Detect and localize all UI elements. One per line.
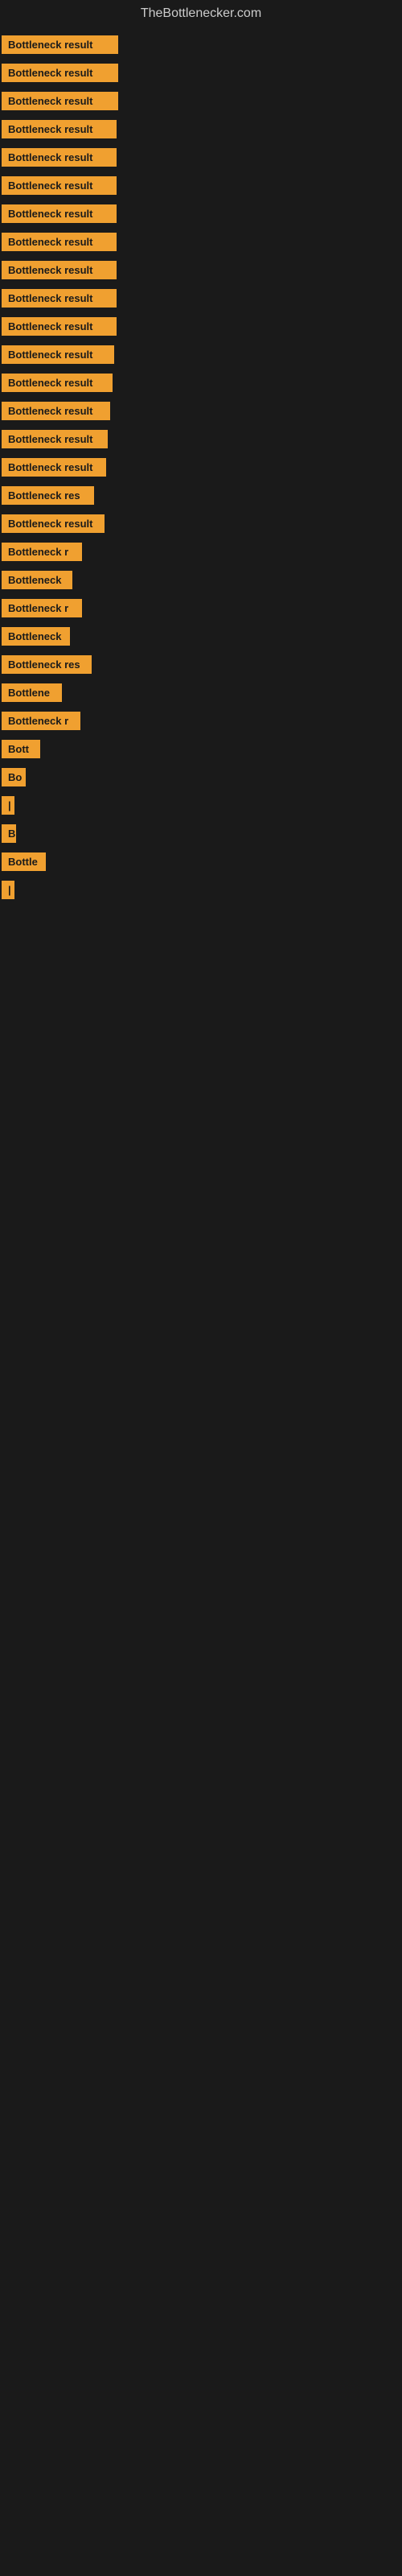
list-item: B <box>2 819 400 848</box>
list-item: Bottleneck result <box>2 87 400 115</box>
bottleneck-badge[interactable]: Bottleneck result <box>2 514 105 533</box>
bottleneck-badge[interactable]: B <box>2 824 16 843</box>
bottleneck-badge[interactable]: Bottle <box>2 852 46 871</box>
list-item: Bottleneck result <box>2 341 400 369</box>
bottleneck-badge[interactable]: Bottleneck result <box>2 458 106 477</box>
list-item: Bottleneck result <box>2 510 400 538</box>
bottleneck-badge[interactable]: Bottleneck result <box>2 148 117 167</box>
bottleneck-badge[interactable]: Bottleneck r <box>2 543 82 561</box>
list-item: Bottleneck result <box>2 200 400 228</box>
list-item: Bo <box>2 763 400 791</box>
bottleneck-badge[interactable]: Bottleneck res <box>2 486 94 505</box>
bottleneck-badge[interactable]: Bottleneck result <box>2 233 117 251</box>
list-item: Bottleneck result <box>2 256 400 284</box>
list-item: Bottleneck <box>2 622 400 650</box>
list-item: Bottleneck result <box>2 284 400 312</box>
bottleneck-badge[interactable]: Bottleneck r <box>2 599 82 617</box>
bottleneck-badge[interactable]: | <box>2 796 14 815</box>
list-item: Bottleneck r <box>2 594 400 622</box>
list-item: Bottleneck <box>2 566 400 594</box>
bottleneck-badge[interactable]: Bottleneck result <box>2 261 117 279</box>
list-item: Bottleneck result <box>2 228 400 256</box>
bottleneck-badge[interactable]: Bottleneck result <box>2 35 118 54</box>
list-item: | <box>2 791 400 819</box>
bottleneck-badge[interactable]: Bott <box>2 740 40 758</box>
list-item: Bottleneck result <box>2 59 400 87</box>
bottleneck-badge[interactable]: | <box>2 881 14 899</box>
list-item: Bottleneck res <box>2 481 400 510</box>
list-item: Bottleneck result <box>2 31 400 59</box>
list-item: Bottleneck result <box>2 143 400 171</box>
list-item: Bottleneck result <box>2 397 400 425</box>
list-item: Bottleneck result <box>2 425 400 453</box>
site-title: TheBottlenecker.com <box>0 0 402 27</box>
bottleneck-badge[interactable]: Bottleneck result <box>2 402 110 420</box>
bottleneck-badge[interactable]: Bo <box>2 768 26 786</box>
bottleneck-badge[interactable]: Bottleneck result <box>2 345 114 364</box>
bottleneck-badge[interactable]: Bottleneck result <box>2 317 117 336</box>
bottleneck-badge[interactable]: Bottleneck <box>2 571 72 589</box>
bottleneck-badge[interactable]: Bottleneck result <box>2 120 117 138</box>
list-item: Bottleneck result <box>2 171 400 200</box>
bottleneck-badge[interactable]: Bottleneck <box>2 627 70 646</box>
list-item: Bottleneck result <box>2 369 400 397</box>
bottleneck-badge[interactable]: Bottleneck result <box>2 430 108 448</box>
bottleneck-badge[interactable]: Bottleneck result <box>2 64 118 82</box>
list-item: Bott <box>2 735 400 763</box>
list-item: Bottleneck result <box>2 312 400 341</box>
bottleneck-badge[interactable]: Bottleneck r <box>2 712 80 730</box>
list-item: Bottlene <box>2 679 400 707</box>
list-item: Bottleneck result <box>2 453 400 481</box>
bottleneck-badge[interactable]: Bottleneck result <box>2 92 118 110</box>
list-item: Bottle <box>2 848 400 876</box>
bottleneck-badge[interactable]: Bottleneck result <box>2 176 117 195</box>
list-item: Bottleneck res <box>2 650 400 679</box>
bottleneck-badge[interactable]: Bottleneck res <box>2 655 92 674</box>
bottleneck-badge[interactable]: Bottleneck result <box>2 374 113 392</box>
bottleneck-badge[interactable]: Bottleneck result <box>2 204 117 223</box>
list-item: Bottleneck r <box>2 538 400 566</box>
bottleneck-badge[interactable]: Bottlene <box>2 683 62 702</box>
bottleneck-badge[interactable]: Bottleneck result <box>2 289 117 308</box>
list-item: Bottleneck result <box>2 115 400 143</box>
list-item: | <box>2 876 400 904</box>
items-container: Bottleneck result Bottleneck result Bottle… <box>0 27 402 907</box>
list-item: Bottleneck r <box>2 707 400 735</box>
